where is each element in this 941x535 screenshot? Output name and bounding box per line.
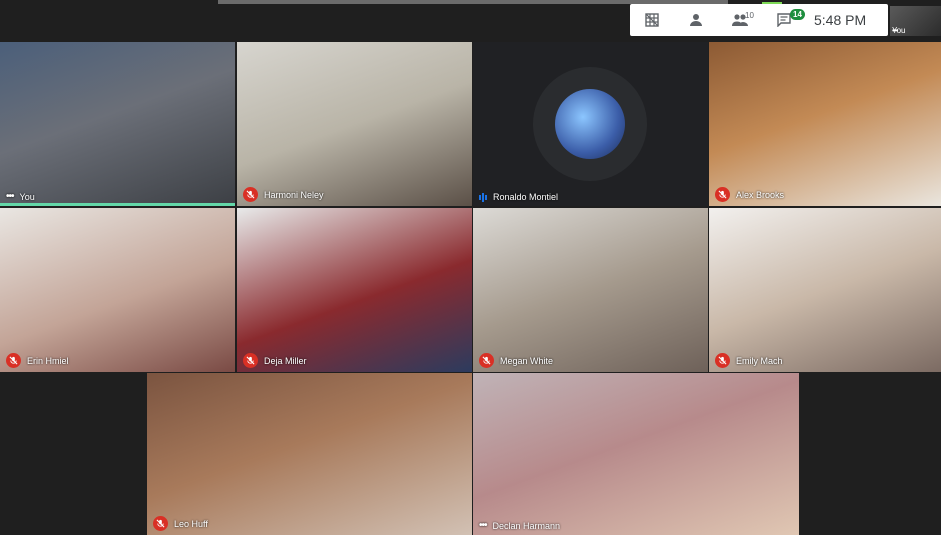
participant-label: Harmoni Neley xyxy=(243,187,324,202)
chat-count-badge: 14 xyxy=(790,9,805,20)
more-options-icon: ••• xyxy=(479,520,487,531)
mic-off-icon xyxy=(6,353,21,368)
participant-tile-alex-brooks[interactable]: Alex Brooks xyxy=(709,42,941,206)
participant-tile-erin-hmiel[interactable]: Erin Hmiel xyxy=(0,208,235,372)
participant-tile-megan-white[interactable]: Megan White xyxy=(473,208,708,372)
participant-tile-leo-huff[interactable]: Leo Huff xyxy=(147,373,472,535)
people-icon[interactable]: 10 xyxy=(718,4,762,36)
participant-tile-deja-miller[interactable]: Deja Miller xyxy=(237,208,472,372)
chat-icon[interactable]: 14 xyxy=(762,4,806,36)
participant-label: ••• You xyxy=(6,191,35,202)
participant-name: Megan White xyxy=(500,355,554,366)
mic-off-icon xyxy=(243,187,258,202)
participant-label: Ronaldo Montiel xyxy=(479,192,558,202)
mic-off-icon xyxy=(243,353,258,368)
participant-tile-emily-mach[interactable]: Emily Mach xyxy=(709,208,941,372)
grid-off-icon[interactable] xyxy=(630,4,674,36)
participant-label: ••• Declan Harmann xyxy=(479,520,560,531)
avatar-ring xyxy=(533,67,647,181)
audio-level-icon xyxy=(479,192,487,202)
participant-name: You xyxy=(19,191,35,202)
participant-label: Alex Brooks xyxy=(715,187,784,202)
participant-label: Emily Mach xyxy=(715,353,783,368)
participant-name: Emily Mach xyxy=(736,355,783,366)
participant-name: Alex Brooks xyxy=(736,189,785,200)
participant-label: Erin Hmiel xyxy=(6,353,69,368)
person-icon[interactable] xyxy=(674,4,718,36)
participant-name: Leo Huff xyxy=(174,518,208,529)
mic-off-icon xyxy=(715,187,730,202)
participant-tile-harmoni-neley[interactable]: Harmoni Neley xyxy=(237,42,472,206)
avatar xyxy=(555,89,625,159)
participant-name: Deja Miller xyxy=(264,355,307,366)
participant-name: Declan Harmann xyxy=(492,520,561,531)
participant-tile-you[interactable]: ••• You xyxy=(0,42,235,206)
participant-tile-declan-harmann[interactable]: ••• Declan Harmann xyxy=(473,373,799,535)
mic-off-icon xyxy=(715,353,730,368)
clock: 5:48 PM xyxy=(814,12,867,28)
participant-name: Harmoni Neley xyxy=(264,189,324,200)
participant-tile-ronaldo-montiel[interactable]: Ronaldo Montiel xyxy=(473,42,708,206)
participant-label: Deja Miller xyxy=(243,353,307,368)
more-options-icon: ••• xyxy=(6,191,14,202)
meeting-toolbar: 10 14 5:48 PM xyxy=(630,4,888,36)
people-count: 10 xyxy=(745,11,754,20)
mic-off-icon xyxy=(479,353,494,368)
more-options-icon[interactable]: ••• xyxy=(892,26,939,35)
self-view-thumbnail[interactable]: You ••• xyxy=(890,6,941,36)
participant-name: Erin Hmiel xyxy=(27,355,69,366)
active-speaker-bar xyxy=(0,203,235,206)
participant-name: Ronaldo Montiel xyxy=(493,192,559,202)
mic-off-icon xyxy=(153,516,168,531)
participant-label: Leo Huff xyxy=(153,516,208,531)
participant-label: Megan White xyxy=(479,353,553,368)
